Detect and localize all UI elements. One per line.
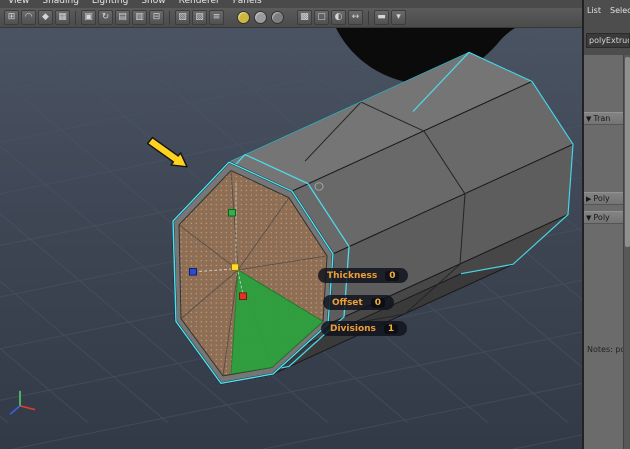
chevron-down-icon: ▼	[586, 214, 591, 222]
attribute-editor-menu: List Selecte	[587, 6, 630, 15]
panel-scrollbar[interactable]	[623, 55, 630, 449]
panel-menu-selected[interactable]: Selecte	[610, 6, 630, 15]
menu-panels[interactable]: Panels	[233, 0, 262, 6]
toolbar-divider	[169, 11, 170, 25]
gray-sphere-icon[interactable]	[254, 11, 267, 24]
manipulator-handle-x[interactable]	[240, 293, 247, 300]
grid-snap-icon[interactable]: ⊞	[4, 10, 19, 25]
manipulator-handle-center[interactable]	[232, 264, 239, 271]
section-transform-label: Tran	[593, 114, 610, 123]
measure-icon[interactable]: ↔	[348, 10, 363, 25]
yellow-sphere-icon[interactable]	[237, 11, 250, 24]
menu-view[interactable]: View	[8, 0, 29, 6]
toolbar: ⊞◠◆▦ ▣↻▤▥⊟ ▧▨≡ ▩▢◐↔ ▬▾	[0, 8, 582, 28]
field-entry-icon[interactable]: ▬	[374, 10, 389, 25]
notes-label: Notes: pol	[587, 345, 628, 354]
render-settings-icon[interactable]: ≡	[209, 10, 224, 25]
manipulator-handle-y[interactable]	[229, 209, 236, 216]
viewport-3d[interactable]: Thickness 0 Offset 0 Divisions 1	[0, 28, 582, 449]
hud-thickness[interactable]: Thickness 0	[318, 268, 408, 283]
render-view-icon[interactable]: ▧	[175, 10, 190, 25]
hud-offset-label: Offset	[332, 298, 363, 308]
make-live-icon[interactable]: ▣	[81, 10, 96, 25]
section-poly-expanded[interactable]: ▼ Poly	[584, 211, 623, 224]
dark-sphere-icon[interactable]	[271, 11, 284, 24]
toolbar-divider	[75, 11, 76, 25]
manipulator-handle-z[interactable]	[190, 269, 197, 276]
hud-thickness-value[interactable]: 0	[385, 271, 399, 281]
panel-menu-list[interactable]: List	[587, 6, 601, 15]
chevron-right-icon: ▶	[586, 195, 591, 203]
attribute-editor-panel: List Selecte polyExtrud ▼ Tran ▶ Poly ▼ …	[584, 0, 630, 449]
section-poly-collapsed[interactable]: ▶ Poly	[584, 192, 623, 205]
point-snap-icon[interactable]: ◆	[38, 10, 53, 25]
hud-thickness-label: Thickness	[327, 271, 377, 281]
hud-offset-value[interactable]: 0	[371, 298, 385, 308]
hud-divisions[interactable]: Divisions 1	[321, 321, 407, 336]
menu-lighting[interactable]: Lighting	[92, 0, 128, 6]
panel-scrollbar-thumb[interactable]	[625, 57, 630, 247]
panel-menu-items: View Shading Lighting Show Renderer Pane…	[0, 0, 582, 6]
hud-divisions-label: Divisions	[330, 324, 376, 334]
chevron-down-icon: ▼	[586, 115, 591, 123]
section-transform[interactable]: ▼ Tran	[584, 112, 623, 125]
history-icon[interactable]: ↻	[98, 10, 113, 25]
hud-divisions-value[interactable]: 1	[384, 324, 398, 334]
node-tab-polyextrude[interactable]: polyExtrud	[586, 33, 630, 48]
dropdown-icon[interactable]: ▾	[391, 10, 406, 25]
poly-count-icon[interactable]: ▢	[314, 10, 329, 25]
view-axis-gizmo	[10, 391, 35, 414]
outputs-icon[interactable]: ▥	[132, 10, 147, 25]
plane-snap-icon[interactable]: ▦	[55, 10, 70, 25]
section-poly-collapsed-label: Poly	[593, 194, 609, 203]
curve-snap-icon[interactable]: ◠	[21, 10, 36, 25]
panel-menu-bar: View Shading Lighting Show Renderer Pane…	[0, 0, 582, 8]
construction-icon[interactable]: ⊟	[149, 10, 164, 25]
texture-view-icon[interactable]: ▩	[297, 10, 312, 25]
isolate-toggle-icon[interactable]: ◐	[331, 10, 346, 25]
menu-shading[interactable]: Shading	[42, 0, 79, 6]
menu-renderer[interactable]: Renderer	[179, 0, 220, 6]
inputs-icon[interactable]: ▤	[115, 10, 130, 25]
section-poly-expanded-label: Poly	[593, 213, 609, 222]
menu-show[interactable]: Show	[141, 0, 165, 6]
ipr-render-icon[interactable]: ▨	[192, 10, 207, 25]
hud-offset[interactable]: Offset 0	[323, 295, 394, 310]
toolbar-divider	[368, 11, 369, 25]
